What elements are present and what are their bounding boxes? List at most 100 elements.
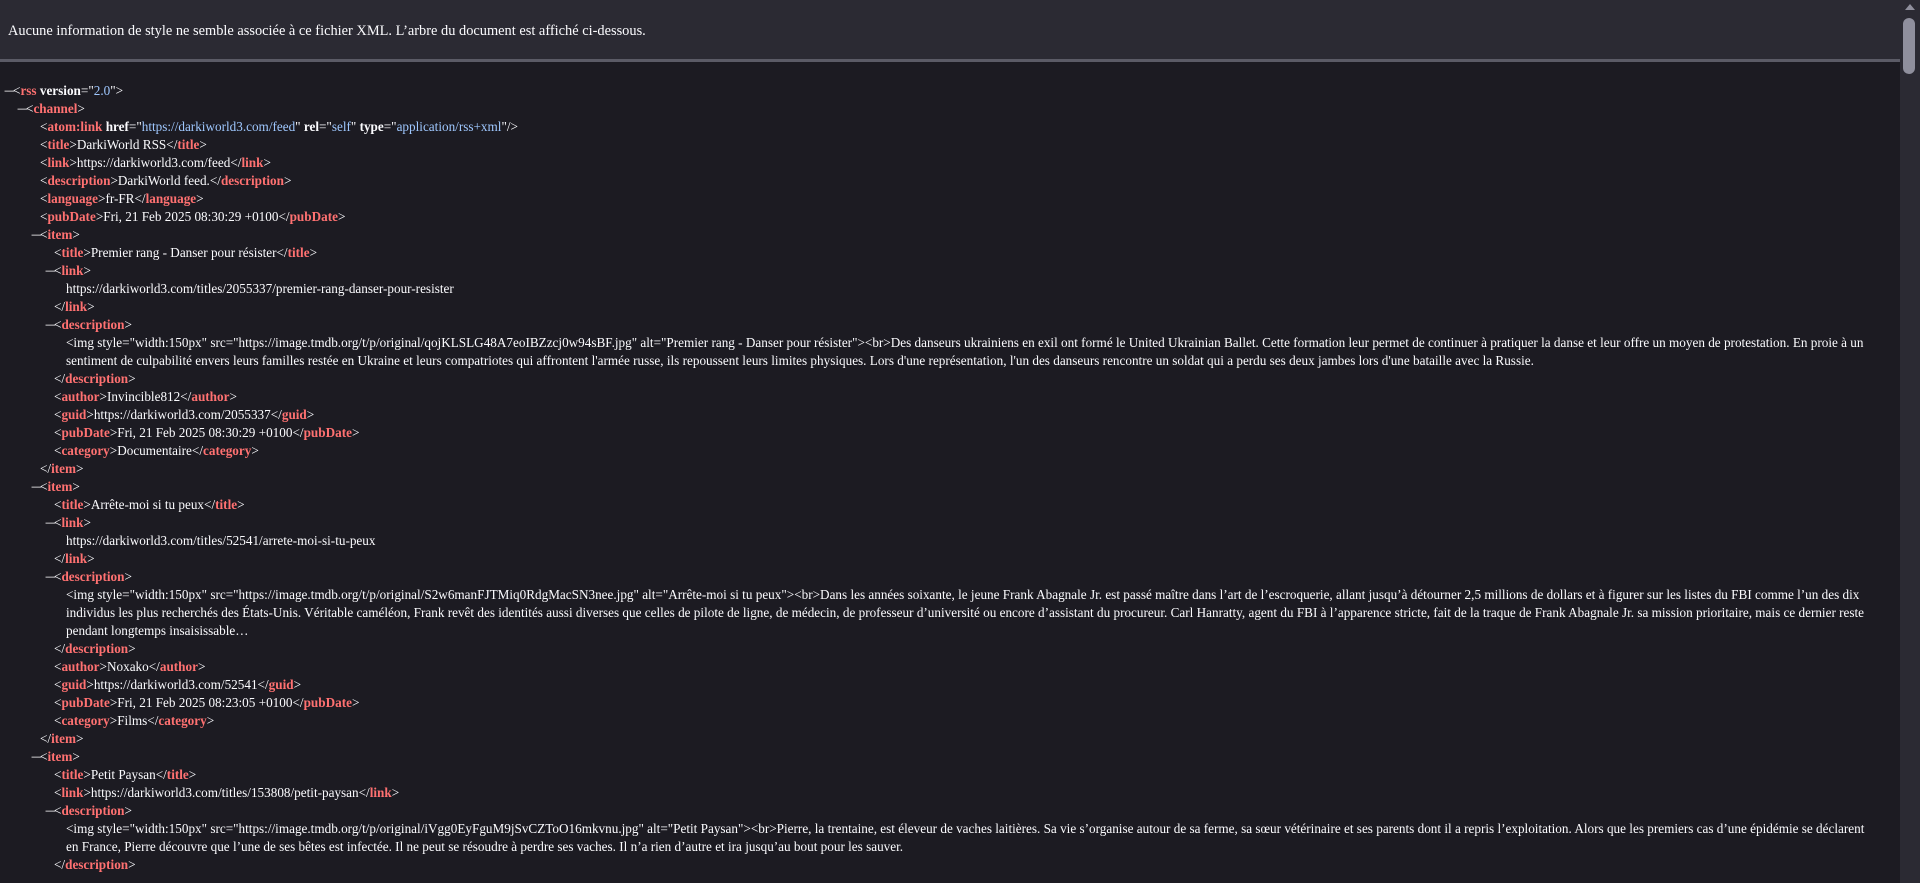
- tag-name: link: [61, 785, 84, 800]
- rss-open-line: — <rss version="2.0">: [4, 82, 124, 100]
- tag-name: pubDate: [61, 425, 110, 440]
- collapse-toggle-icon[interactable]: —: [45, 568, 56, 586]
- tag-name: link: [65, 551, 88, 566]
- tag-name: link: [369, 785, 392, 800]
- tag-name: item: [47, 479, 73, 494]
- channel-language-line: <language>fr-FR</language>: [40, 191, 204, 206]
- tag-name: pubDate: [61, 695, 110, 710]
- collapse-toggle-icon[interactable]: —: [45, 262, 56, 280]
- item-description-text: <img style="width:150px" src="https://im…: [0, 586, 1898, 640]
- tag-name: title: [215, 497, 238, 512]
- tag-name: title: [47, 137, 70, 152]
- tag-name: description: [220, 173, 284, 188]
- item-description: <img style="width:150px" src="https://im…: [66, 821, 1865, 854]
- channel-pubdate-line: <pubDate>Fri, 21 Feb 2025 08:30:29 +0100…: [40, 209, 346, 224]
- item-guid-line: <guid>https://darkiworld3.com/52541</gui…: [54, 677, 302, 692]
- tag-name: guid: [281, 407, 307, 422]
- channel-title: DarkiWorld RSS: [76, 137, 167, 152]
- collapse-toggle-icon[interactable]: —: [31, 478, 42, 496]
- tag-name: link: [241, 155, 264, 170]
- collapse-toggle-icon[interactable]: —: [31, 748, 42, 766]
- collapse-toggle-icon[interactable]: —: [45, 514, 56, 532]
- tag-name: atom:link: [47, 119, 103, 134]
- item-pubdate-line: <pubDate>Fri, 21 Feb 2025 08:30:29 +0100…: [54, 425, 360, 440]
- collapse-toggle-icon[interactable]: —: [4, 82, 15, 100]
- tag-name: pubDate: [289, 209, 338, 224]
- collapse-toggle-icon[interactable]: —: [17, 100, 28, 118]
- tag-name: title: [61, 497, 84, 512]
- tag-name: category: [203, 443, 252, 458]
- item-pubdate-line: <pubDate>Fri, 21 Feb 2025 08:23:05 +0100…: [54, 695, 360, 710]
- scrollbar-thumb[interactable]: [1903, 18, 1915, 74]
- item-link: https://darkiworld3.com/titles/52541/arr…: [66, 533, 376, 548]
- tag-name: author: [191, 389, 230, 404]
- tag-name: item: [47, 749, 73, 764]
- tag-name: guid: [61, 677, 87, 692]
- tag-name: guid: [61, 407, 87, 422]
- vertical-scrollbar[interactable]: [1900, 0, 1920, 883]
- attr-name: href: [105, 119, 129, 134]
- item-link: https://darkiworld3.com/titles/153808/pe…: [90, 785, 359, 800]
- tag-name: description: [65, 641, 129, 656]
- tag-name: description: [47, 173, 111, 188]
- tag-name: description: [65, 371, 129, 386]
- item-author: Noxako: [106, 659, 149, 674]
- item-title: Arrête-moi si tu peux: [90, 497, 205, 512]
- tag-name: rss: [20, 83, 37, 98]
- collapse-toggle-icon[interactable]: —: [45, 316, 56, 334]
- attr-value: https://darkiworld3.com/feed: [141, 119, 296, 134]
- tag-name: language: [145, 191, 197, 206]
- item-title-line: <title>Petit Paysan</title>: [54, 767, 197, 782]
- item-category-line: <category>Films</category>: [54, 713, 215, 728]
- tag-name: title: [287, 245, 310, 260]
- item-author: Invincible812: [106, 389, 181, 404]
- item-description-close-line: </description>: [54, 371, 136, 386]
- tag-name: title: [61, 245, 84, 260]
- item-link-open-line: — <link>: [45, 514, 91, 532]
- attr-name: version: [39, 83, 81, 98]
- item-link-text-line: https://darkiworld3.com/titles/2055337/p…: [0, 280, 1898, 298]
- tag-name: link: [61, 263, 84, 278]
- tag-name: description: [61, 569, 125, 584]
- tag-name: pubDate: [303, 425, 352, 440]
- tag-name: title: [61, 767, 84, 782]
- item-guid: https://darkiworld3.com/2055337: [93, 407, 271, 422]
- tag-name: author: [61, 389, 100, 404]
- item-guid-line: <guid>https://darkiworld3.com/2055337</g…: [54, 407, 315, 422]
- channel-pubdate: Fri, 21 Feb 2025 08:30:29 +0100: [103, 209, 279, 224]
- attr-value: 2.0: [93, 83, 111, 98]
- scroll-up-arrow-icon[interactable]: [1905, 4, 1915, 10]
- attr-value: self: [331, 119, 351, 134]
- item-category: Documentaire: [117, 443, 192, 458]
- tag-name: description: [65, 857, 129, 872]
- attr-name: rel: [303, 119, 319, 134]
- tag-name: link: [65, 299, 88, 314]
- xml-document-tree: — <rss version="2.0"> — <channel> <atom:li…: [0, 82, 1898, 874]
- xml-info-banner: Aucune information de style ne semble as…: [0, 0, 1900, 62]
- tag-name: author: [159, 659, 198, 674]
- item-link-close-line: </link>: [54, 551, 95, 566]
- item-description-close-line: </description>: [54, 641, 136, 656]
- tag-name: category: [61, 713, 110, 728]
- atom-link-line: <atom:link href="https://darkiworld3.com…: [40, 119, 518, 134]
- channel-open-line: — <channel>: [17, 100, 85, 118]
- item-category: Films: [117, 713, 148, 728]
- item-title-line: <title>Premier rang - Danser pour résist…: [54, 245, 318, 260]
- tag-name: title: [177, 137, 200, 152]
- tag-name: link: [61, 515, 84, 530]
- item-description: <img style="width:150px" src="https://im…: [66, 335, 1864, 368]
- item-description: <img style="width:150px" src="https://im…: [66, 587, 1865, 638]
- attr-name: type: [359, 119, 384, 134]
- tag-name: language: [47, 191, 98, 206]
- item-close-line: </item>: [40, 731, 84, 746]
- item-author-line: <author>Noxako</author>: [54, 659, 206, 674]
- tag-name: item: [51, 731, 77, 746]
- item-link-text-line: https://darkiworld3.com/titles/52541/arr…: [0, 532, 1898, 550]
- collapse-toggle-icon[interactable]: —: [31, 226, 42, 244]
- item-guid: https://darkiworld3.com/52541: [93, 677, 258, 692]
- xml-info-text: Aucune information de style ne semble as…: [8, 23, 646, 39]
- tag-name: description: [61, 317, 125, 332]
- item-description-open-line: — <description>: [45, 316, 132, 334]
- tag-name: category: [61, 443, 110, 458]
- collapse-toggle-icon[interactable]: —: [45, 802, 56, 820]
